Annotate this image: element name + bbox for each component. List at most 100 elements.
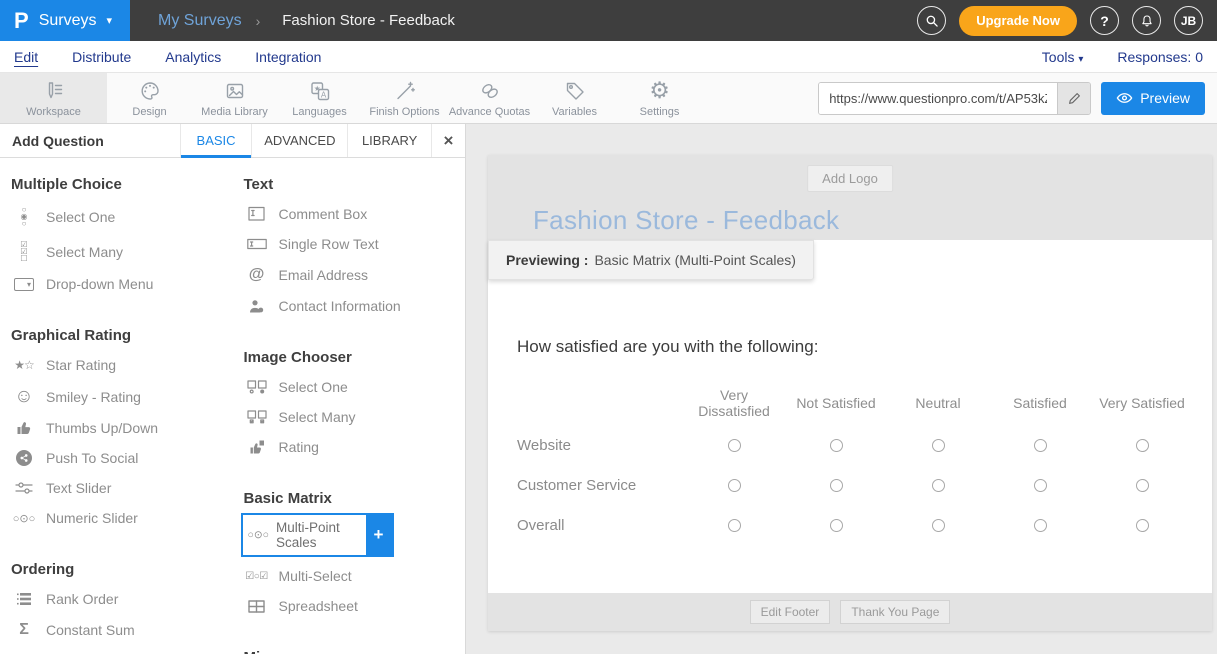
qtype-multi-point-scales-selected: ○⊙○ Multi-Point Scales + xyxy=(241,513,394,557)
qtype-select-many[interactable]: ☑☑☐ Select Many xyxy=(0,234,233,269)
matrix-radio[interactable] xyxy=(1034,479,1047,492)
survey-nav-bar: Edit Distribute Analytics Integration To… xyxy=(0,41,1217,73)
tools-menu[interactable]: Tools ▾ xyxy=(1042,49,1084,65)
qtype-label: Rating xyxy=(279,439,319,455)
qtype-text-slider[interactable]: Text Slider xyxy=(0,473,233,503)
notifications-button[interactable] xyxy=(1132,6,1161,35)
qtype-label: Text Slider xyxy=(46,480,111,496)
qtype-email-address[interactable]: @ Email Address xyxy=(233,259,466,291)
matrix-radio[interactable] xyxy=(932,439,945,452)
translate-icon: ★A xyxy=(308,79,332,103)
toolbar-settings[interactable]: ⚙ Settings xyxy=(617,73,702,123)
qtype-thumbs-up-down[interactable]: Thumbs Up/Down xyxy=(0,413,233,443)
matrix-radio[interactable] xyxy=(1136,479,1149,492)
qtype-multi-point-scales[interactable]: ○⊙○ Multi-Point Scales xyxy=(243,515,366,555)
qtype-multi-select[interactable]: ☑○☑ Multi-Select xyxy=(233,561,466,591)
survey-preview-area: Add Logo Fashion Store - Feedback Previe… xyxy=(466,124,1217,654)
search-button[interactable] xyxy=(917,6,946,35)
toolbar-media-library[interactable]: Media Library xyxy=(192,73,277,123)
matrix-radio[interactable] xyxy=(728,519,741,532)
qtype-image-select-one[interactable]: Select One xyxy=(233,372,466,402)
qtype-drag-and-drop[interactable]: ◫ Drag and Drop xyxy=(0,646,233,654)
matrix-radio[interactable] xyxy=(830,439,843,452)
qtype-image-select-many[interactable]: Select Many xyxy=(233,402,466,432)
preview-label: Preview xyxy=(1140,90,1190,106)
upgrade-now-button[interactable]: Upgrade Now xyxy=(959,6,1077,36)
qtype-select-one[interactable]: ○◉○ Select One xyxy=(0,199,233,234)
toolbar-finish-options[interactable]: Finish Options xyxy=(362,73,447,123)
at-sign-icon: @ xyxy=(246,266,268,284)
qtype-label: Numeric Slider xyxy=(46,510,138,526)
survey-preview-card: Add Logo Fashion Store - Feedback Previe… xyxy=(488,155,1212,631)
palette-icon xyxy=(138,79,162,103)
matrix-radio[interactable] xyxy=(932,519,945,532)
radio-stack-icon: ○◉○ xyxy=(13,206,35,227)
matrix-radio[interactable] xyxy=(1136,519,1149,532)
qtype-contact-information[interactable]: Contact Information xyxy=(233,291,466,321)
add-question-panel: Add Question BASIC ADVANCED LIBRARY × Mu… xyxy=(0,124,466,654)
section-heading: Misc xyxy=(244,649,466,654)
tools-label: Tools xyxy=(1042,49,1075,65)
matrix-radio[interactable] xyxy=(932,479,945,492)
toolbar-advance-quotas[interactable]: Advance Quotas xyxy=(447,73,532,123)
panel-title: Add Question xyxy=(0,124,180,157)
matrix-header-row: Very Dissatisfied Not Satisfied Neutral … xyxy=(517,381,1212,425)
toolbar-right-group: Preview xyxy=(818,73,1217,123)
matrix-radio[interactable] xyxy=(1034,439,1047,452)
matrix-row-label: Website xyxy=(517,437,683,454)
tab-analytics[interactable]: Analytics xyxy=(165,49,221,65)
qtype-label: Select One xyxy=(279,379,348,395)
matrix-radio[interactable] xyxy=(830,479,843,492)
breadcrumb-survey-name: Fashion Store - Feedback xyxy=(282,12,455,29)
toolbar-languages[interactable]: ★A Languages xyxy=(277,73,362,123)
tab-basic[interactable]: BASIC xyxy=(180,124,252,157)
qtype-label: Drop-down Menu xyxy=(46,276,153,292)
tab-integration[interactable]: Integration xyxy=(255,49,321,65)
qtype-label: Multi-Point Scales xyxy=(276,520,360,550)
qtype-spreadsheet[interactable]: Spreadsheet xyxy=(233,591,466,621)
qtype-image-rating[interactable]: Rating xyxy=(233,432,466,462)
chevron-down-icon: ▾ xyxy=(106,14,112,27)
tab-library[interactable]: LIBRARY xyxy=(347,124,431,157)
close-panel-button[interactable]: × xyxy=(431,124,465,157)
survey-url-input[interactable] xyxy=(819,83,1057,114)
breadcrumb-my-surveys[interactable]: My Surveys xyxy=(158,12,242,30)
edit-footer-button[interactable]: Edit Footer xyxy=(750,600,831,624)
tab-advanced[interactable]: ADVANCED xyxy=(251,124,347,157)
matrix-radio[interactable] xyxy=(1034,519,1047,532)
matrix-radio[interactable] xyxy=(728,439,741,452)
responses-count: Responses: 0 xyxy=(1117,49,1203,65)
qtype-single-row-text[interactable]: Single Row Text xyxy=(233,229,466,259)
qtype-dropdown-menu[interactable]: ▾ Drop-down Menu xyxy=(0,269,233,299)
edit-url-button[interactable] xyxy=(1057,83,1090,114)
qtype-label: Spreadsheet xyxy=(279,598,358,614)
thank-you-page-button[interactable]: Thank You Page xyxy=(840,600,950,624)
add-question-header: Add Question BASIC ADVANCED LIBRARY × xyxy=(0,124,465,158)
qtype-smiley-rating[interactable]: ☺ Smiley - Rating xyxy=(0,380,233,413)
preview-button[interactable]: Preview xyxy=(1101,82,1205,115)
numbered-list-icon xyxy=(13,592,35,606)
toolbar-label: Finish Options xyxy=(369,106,439,118)
surveys-product-menu[interactable]: P Surveys ▾ xyxy=(0,0,130,41)
qtype-constant-sum[interactable]: Σ Constant Sum xyxy=(0,614,233,646)
qtype-rank-order[interactable]: Rank Order xyxy=(0,584,233,614)
toolbar-label: Variables xyxy=(552,106,597,118)
matrix-radio[interactable] xyxy=(830,519,843,532)
add-logo-button[interactable]: Add Logo xyxy=(807,165,893,192)
user-avatar[interactable]: JB xyxy=(1174,6,1203,35)
qtype-comment-box[interactable]: Comment Box xyxy=(233,199,466,229)
add-question-plus-button[interactable]: + xyxy=(366,515,392,555)
matrix-radio[interactable] xyxy=(1136,439,1149,452)
toolbar-design[interactable]: Design xyxy=(107,73,192,123)
toolbar-workspace[interactable]: Workspace xyxy=(0,73,107,123)
qtype-push-to-social[interactable]: Push To Social xyxy=(0,443,233,473)
toolbar-label: Advance Quotas xyxy=(449,106,530,118)
matrix-radio[interactable] xyxy=(728,479,741,492)
help-button[interactable]: ? xyxy=(1090,6,1119,35)
tab-distribute[interactable]: Distribute xyxy=(72,49,131,65)
qtype-star-rating[interactable]: ★☆ Star Rating xyxy=(0,350,233,380)
qtype-numeric-slider[interactable]: ○⊙○ Numeric Slider xyxy=(0,503,233,533)
tab-edit[interactable]: Edit xyxy=(14,49,38,65)
section-heading: Ordering xyxy=(11,561,233,578)
toolbar-variables[interactable]: Variables xyxy=(532,73,617,123)
